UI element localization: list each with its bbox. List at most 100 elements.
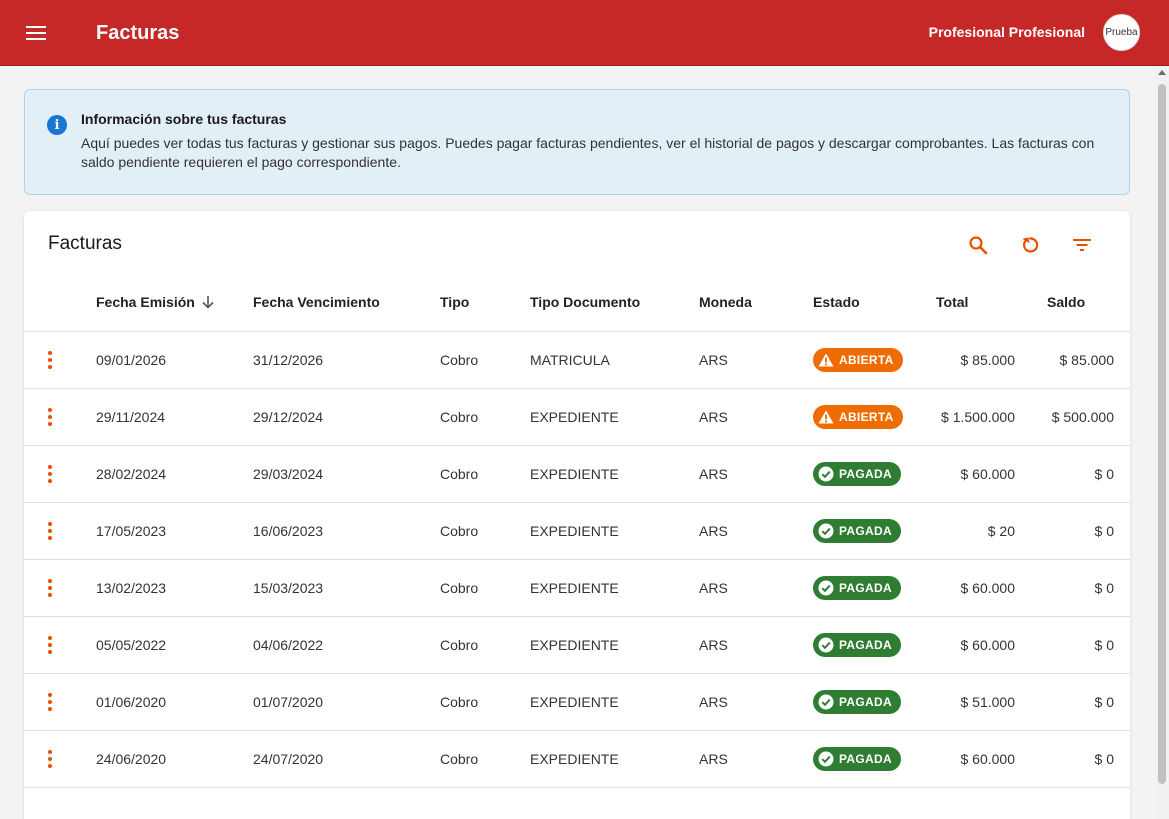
more-vert-icon	[48, 522, 52, 526]
status-badge: PAGADA	[813, 462, 901, 486]
cell-fecha-vencimiento: 01/07/2020	[253, 694, 324, 710]
column-header-fecha-vencimiento[interactable]: Fecha Vencimiento	[253, 294, 380, 310]
status-badge: PAGADA	[813, 576, 901, 600]
page-scrollbar[interactable]	[1155, 66, 1169, 819]
filter-icon	[1073, 239, 1091, 251]
cell-total: $ 60.000	[960, 637, 1016, 653]
more-vert-icon	[48, 479, 52, 483]
more-vert-icon	[48, 408, 52, 412]
cell-estado: PAGADA	[813, 731, 901, 787]
cell-fecha-vencimiento: 24/07/2020	[253, 751, 324, 767]
more-vert-icon	[48, 351, 52, 355]
table-row[interactable]: 24/06/2020 24/07/2020 Cobro EXPEDIENTE ARS PA…	[24, 731, 1130, 788]
invoices-card: Facturas Fecha Emisión Fecha Vencimiento…	[24, 211, 1130, 819]
table-row[interactable]: 17/05/2023 16/06/2023 Cobro EXPEDIENTE ARS PA…	[24, 503, 1130, 560]
column-header-tipo-documento[interactable]: Tipo Documento	[530, 294, 640, 310]
info-icon: i	[47, 115, 67, 135]
more-vert-icon	[48, 422, 52, 426]
cell-moneda: ARS	[699, 409, 728, 425]
cell-total: $ 60.000	[960, 751, 1016, 767]
table-row[interactable]: 09/01/2026 31/12/2026 Cobro MATRICULA ARS ABI…	[24, 332, 1130, 389]
search-icon	[969, 236, 988, 255]
more-vert-icon	[48, 750, 52, 754]
cell-saldo: $ 0	[1094, 466, 1114, 482]
row-actions-button[interactable]	[42, 579, 58, 597]
status-badge: PAGADA	[813, 519, 901, 543]
more-vert-icon	[48, 707, 52, 711]
status-badge-label: PAGADA	[839, 752, 892, 766]
more-vert-icon	[48, 693, 52, 697]
cell-estado: PAGADA	[813, 617, 901, 673]
status-badge-label: PAGADA	[839, 695, 892, 709]
more-vert-icon	[48, 593, 52, 597]
column-header-fecha-emision[interactable]: Fecha Emisión	[96, 294, 215, 310]
cell-estado: ABIERTA	[813, 389, 903, 445]
cell-total: $ 60.000	[960, 580, 1016, 596]
status-badge-label: PAGADA	[839, 524, 892, 538]
cell-tipo-documento: MATRICULA	[530, 352, 610, 368]
more-vert-icon	[48, 636, 52, 640]
table-row[interactable]: 05/05/2022 04/06/2022 Cobro EXPEDIENTE ARS PA…	[24, 617, 1130, 674]
cell-saldo: $ 85.000	[1059, 352, 1115, 368]
cell-fecha-emision: 05/05/2022	[96, 637, 167, 653]
cell-moneda: ARS	[699, 580, 728, 596]
cell-fecha-emision: 09/01/2026	[96, 352, 167, 368]
arrow-down-icon	[202, 296, 214, 309]
menu-button[interactable]	[22, 21, 50, 45]
cell-saldo: $ 500.000	[1051, 409, 1114, 425]
table-row[interactable]: 29/11/2024 29/12/2024 Cobro EXPEDIENTE ARS AB…	[24, 389, 1130, 446]
cell-tipo: Cobro	[440, 637, 479, 653]
scrollbar-thumb[interactable]	[1158, 84, 1166, 784]
table-row[interactable]: 28/02/2024 29/03/2024 Cobro EXPEDIENTE ARS PA…	[24, 446, 1130, 503]
column-header-saldo[interactable]: Saldo	[1047, 294, 1085, 310]
column-header-estado[interactable]: Estado	[813, 294, 860, 310]
cell-fecha-vencimiento: 29/12/2024	[253, 409, 324, 425]
info-title: Información sobre tus facturas	[81, 111, 287, 127]
table-row[interactable]: 01/06/2020 01/07/2020 Cobro EXPEDIENTE ARS PA…	[24, 674, 1130, 731]
more-vert-icon	[48, 536, 52, 540]
avatar[interactable]: Prueba	[1103, 14, 1140, 51]
cell-estado: ABIERTA	[813, 332, 903, 388]
scroll-up-arrow-icon[interactable]	[1158, 70, 1166, 75]
table-row[interactable]: 13/02/2023 15/03/2023 Cobro EXPEDIENTE ARS PA…	[24, 560, 1130, 617]
cell-estado: PAGADA	[813, 446, 901, 502]
cell-estado: PAGADA	[813, 560, 901, 616]
check-circle-icon	[818, 694, 834, 710]
cell-fecha-emision: 17/05/2023	[96, 523, 167, 539]
filter-button[interactable]	[1068, 231, 1096, 259]
row-actions-button[interactable]	[42, 351, 58, 369]
column-header-tipo[interactable]: Tipo	[440, 294, 469, 310]
more-vert-icon	[48, 586, 52, 590]
cell-tipo: Cobro	[440, 523, 479, 539]
column-header-total[interactable]: Total	[936, 294, 968, 310]
cell-tipo: Cobro	[440, 466, 479, 482]
cell-tipo-documento: EXPEDIENTE	[530, 751, 619, 767]
card-title: Facturas	[48, 233, 122, 254]
cell-total: $ 1.500.000	[941, 409, 1015, 425]
refresh-button[interactable]	[1016, 231, 1044, 259]
more-vert-icon	[48, 365, 52, 369]
row-actions-button[interactable]	[42, 408, 58, 426]
row-actions-button[interactable]	[42, 693, 58, 711]
search-button[interactable]	[964, 231, 992, 259]
cell-total: $ 85.000	[960, 352, 1016, 368]
status-badge-label: ABIERTA	[839, 353, 894, 367]
row-actions-button[interactable]	[42, 750, 58, 768]
status-badge-label: PAGADA	[839, 467, 892, 481]
check-circle-icon	[818, 637, 834, 653]
row-actions-button[interactable]	[42, 465, 58, 483]
column-header-moneda[interactable]: Moneda	[699, 294, 752, 310]
cell-saldo: $ 0	[1094, 523, 1114, 539]
cell-fecha-emision: 29/11/2024	[96, 409, 166, 425]
cell-fecha-vencimiento: 16/06/2023	[253, 523, 324, 539]
cell-total: $ 60.000	[960, 466, 1016, 482]
user-name[interactable]: Profesional Profesional	[929, 23, 1085, 41]
info-text: Aquí puedes ver todas tus facturas y ges…	[81, 135, 1095, 170]
status-badge: PAGADA	[813, 633, 901, 657]
more-vert-icon	[48, 579, 52, 583]
cell-tipo-documento: EXPEDIENTE	[530, 637, 619, 653]
cell-saldo: $ 0	[1094, 694, 1114, 710]
row-actions-button[interactable]	[42, 636, 58, 654]
cell-total: $ 51.000	[960, 694, 1016, 710]
row-actions-button[interactable]	[42, 522, 58, 540]
